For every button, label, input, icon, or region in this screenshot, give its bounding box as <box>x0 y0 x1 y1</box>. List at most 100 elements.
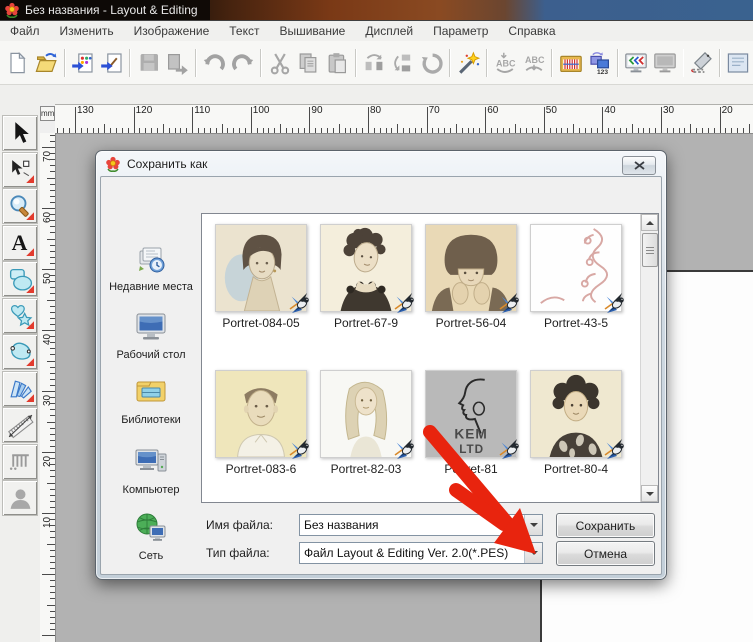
file-list-scrollbar[interactable] <box>640 214 658 502</box>
ruler-tick <box>708 128 709 133</box>
ruler-tick <box>42 269 55 270</box>
text-arc-down-icon: ABC <box>492 47 519 79</box>
ruler-tick <box>239 128 240 133</box>
zoom-tool-icon[interactable] <box>2 188 38 224</box>
toolbar-separator <box>195 49 197 77</box>
dialog-titlebar[interactable]: Сохранить как <box>96 151 666 177</box>
ruler-tick <box>63 128 64 133</box>
ruler-tick <box>304 128 305 133</box>
ruler-tick <box>702 128 703 133</box>
file-item[interactable]: Portret-67-9 <box>320 224 412 330</box>
menu-item-2[interactable]: Изображение <box>124 21 220 41</box>
ruler-tick <box>292 128 293 133</box>
sidebar-item-1[interactable]: Рабочий стол <box>103 309 199 362</box>
file-item[interactable]: Portret-56-04 <box>425 224 517 330</box>
stitch-attribute-tool-icon[interactable] <box>2 444 38 480</box>
menu-item-7[interactable]: Справка <box>498 21 565 41</box>
menu-item-4[interactable]: Вышивание <box>269 21 355 41</box>
sidebar-item-4[interactable]: Сеть <box>103 510 199 563</box>
cut-icon <box>266 47 293 79</box>
portrait-thumbnail <box>320 224 412 312</box>
ruler-tick <box>573 124 574 133</box>
ruler-tick <box>50 598 55 599</box>
sidebar-item-label: Недавние места <box>103 281 199 294</box>
menu-item-6[interactable]: Параметр <box>423 21 498 41</box>
places-sidebar: Недавние места Рабочий стол Библиотеки Комп… <box>103 241 199 568</box>
menu-item-5[interactable]: Дисплей <box>355 21 423 41</box>
ruler-tick <box>42 147 55 148</box>
select-tool-icon[interactable] <box>2 115 38 151</box>
file-item[interactable]: Portret-083-6 <box>215 370 307 476</box>
ruler-tick <box>50 324 55 325</box>
text-tool-icon[interactable]: A <box>2 225 38 261</box>
file-item[interactable]: Portret-82-03 <box>320 370 412 476</box>
ruler-tick <box>42 330 55 331</box>
flip-horizontal-icon <box>361 47 388 79</box>
filename-combobox[interactable]: Без названия <box>299 514 543 536</box>
point-edit-tool-icon[interactable] <box>2 152 38 188</box>
save-button[interactable]: Сохранить <box>556 513 655 538</box>
sew-order-icon[interactable]: 123 <box>586 47 613 79</box>
manual-punch-tool-icon[interactable] <box>2 371 38 407</box>
computer-icon <box>103 444 199 483</box>
ruler-tick <box>643 128 644 133</box>
menu-item-0[interactable]: Файл <box>0 21 50 41</box>
ruler-tick <box>731 128 732 133</box>
cancel-button[interactable]: Отмена <box>556 541 655 566</box>
ruler-tick <box>673 128 674 133</box>
filetype-dropdown-button[interactable] <box>524 543 542 563</box>
scroll-up-button[interactable] <box>641 214 658 231</box>
import-design-icon[interactable] <box>70 47 97 79</box>
portrait-thumbnail <box>425 224 517 312</box>
filename-label: Имя файла: <box>206 518 273 532</box>
measure-tool-icon[interactable] <box>2 407 38 443</box>
portrait-tool-icon[interactable] <box>2 480 38 516</box>
ruler-tick <box>42 574 55 575</box>
new-document-icon[interactable] <box>4 47 31 79</box>
ruler-tick <box>47 422 55 423</box>
sidebar-item-2[interactable]: Библиотеки <box>103 374 199 427</box>
scrollbar-thumb[interactable] <box>642 233 658 267</box>
ruler-tick <box>81 128 82 133</box>
stitch-simulator-icon[interactable] <box>688 47 715 79</box>
toolbar: ABCABC123 <box>0 41 753 85</box>
ruler-tick <box>50 440 55 441</box>
shape-free-tool-icon[interactable] <box>2 334 38 370</box>
shape-star-tool-icon[interactable] <box>2 298 38 334</box>
ruler-tick <box>333 128 334 133</box>
magic-wand-icon[interactable] <box>455 47 482 79</box>
file-item[interactable]: Portret-084-05 <box>215 224 307 330</box>
ruler-label: 60 <box>487 105 498 116</box>
ruler-tick <box>47 605 55 606</box>
file-item[interactable]: Portret-43-5 <box>530 224 622 330</box>
ruler-unit-box: mm <box>40 106 55 121</box>
ruler-tick <box>50 263 55 264</box>
filetype-combobox[interactable]: Файл Layout & Editing Ver. 2.0(*.PES) <box>299 542 543 564</box>
scroll-down-button[interactable] <box>641 485 658 502</box>
shape-basic-tool-icon[interactable] <box>2 261 38 297</box>
file-item[interactable]: KEMLTDPortret-81 <box>425 370 517 476</box>
thread-palette-icon[interactable] <box>557 47 584 79</box>
ruler-label: 30 <box>42 395 53 406</box>
file-list[interactable]: Portret-084-05Portret-67-9Portret-56-04P… <box>201 213 659 503</box>
import-image-icon[interactable] <box>98 47 125 79</box>
ruler-label: 100 <box>253 105 270 116</box>
filename-dropdown-button[interactable] <box>524 515 542 535</box>
ruler-tick <box>268 128 269 133</box>
realistic-view-icon[interactable] <box>623 47 650 79</box>
menu-item-3[interactable]: Текст <box>219 21 269 41</box>
copy-icon <box>295 47 322 79</box>
toolbar-separator <box>551 49 553 77</box>
sidebar-item-0[interactable]: Недавние места <box>103 241 199 294</box>
ruler-tick <box>485 107 486 133</box>
triangle-down-icon <box>646 492 654 496</box>
menu-item-1[interactable]: Изменить <box>50 21 124 41</box>
close-button[interactable] <box>622 156 656 175</box>
ruler-tick <box>227 128 228 133</box>
open-design-icon[interactable] <box>33 47 60 79</box>
sidebar-item-3[interactable]: Компьютер <box>103 444 199 497</box>
tool-palette: A <box>0 85 40 642</box>
ruler-tick <box>667 128 668 133</box>
file-item[interactable]: Portret-80-4 <box>530 370 622 476</box>
clipped-edge-icon[interactable] <box>725 47 752 79</box>
